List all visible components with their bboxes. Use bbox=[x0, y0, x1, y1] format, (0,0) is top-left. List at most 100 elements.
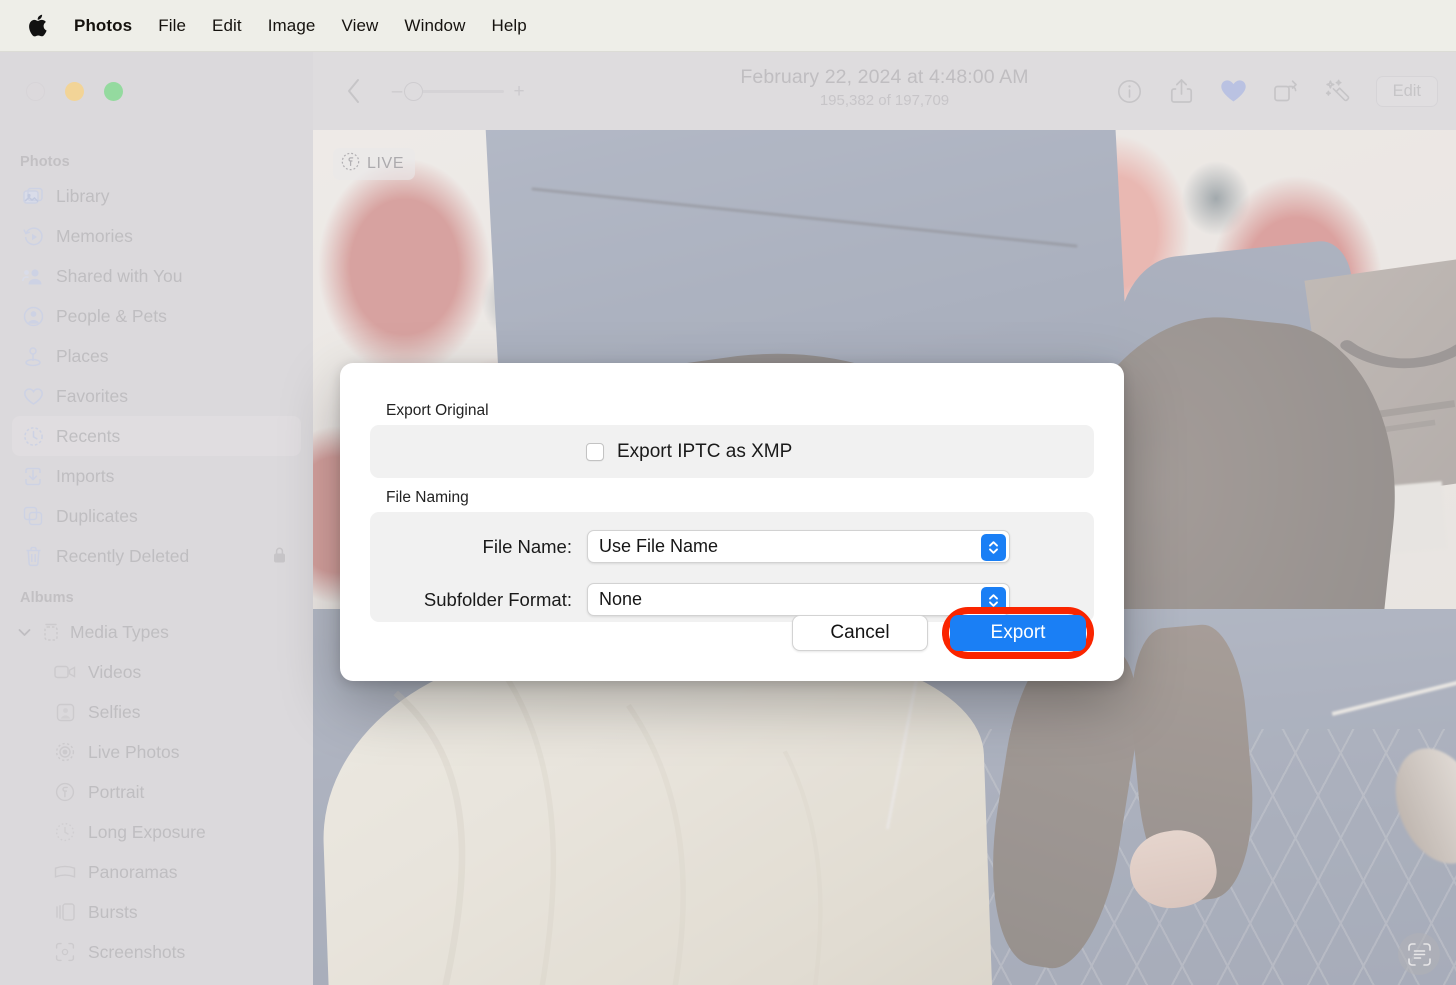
menu-item-file[interactable]: File bbox=[145, 13, 199, 39]
sidebar-item-favorites[interactable]: Favorites bbox=[12, 376, 301, 416]
zoom-slider[interactable]: – + bbox=[391, 82, 525, 101]
apple-logo-icon[interactable] bbox=[22, 11, 52, 41]
enhance-wand-icon[interactable] bbox=[1324, 77, 1352, 105]
toolbar-right: Edit bbox=[1116, 52, 1438, 130]
sidebar-item-label: Library bbox=[56, 186, 110, 207]
sidebar-item-label: Screenshots bbox=[88, 942, 185, 963]
minimize-button[interactable] bbox=[65, 82, 84, 101]
file-name-row: File Name: Use File Name bbox=[370, 526, 1094, 567]
window-controls bbox=[26, 82, 123, 101]
dialog-footer: Cancel Export bbox=[792, 607, 1094, 659]
sidebar-item-long-exposure[interactable]: Long Exposure bbox=[12, 812, 301, 852]
trash-icon bbox=[22, 545, 44, 567]
live-photo-icon bbox=[341, 152, 360, 176]
menu-item-edit[interactable]: Edit bbox=[199, 13, 255, 39]
lock-icon bbox=[272, 546, 287, 569]
sidebar-item-recents[interactable]: Recents bbox=[12, 416, 301, 456]
export-button-highlight: Export bbox=[942, 607, 1094, 659]
sidebar-item-duplicates[interactable]: Duplicates bbox=[12, 496, 301, 536]
sidebar-item-portrait[interactable]: Portrait bbox=[12, 772, 301, 812]
sidebar-item-recently-deleted[interactable]: Recently Deleted bbox=[12, 536, 301, 576]
sidebar-item-label: Shared with You bbox=[56, 266, 183, 287]
sidebar-section-photos: Photos bbox=[0, 154, 313, 176]
sidebar-item-label: Places bbox=[56, 346, 109, 367]
live-photo-badge[interactable]: LIVE bbox=[333, 148, 415, 180]
edit-button[interactable]: Edit bbox=[1376, 76, 1438, 107]
export-original-label: Export Original bbox=[386, 402, 1094, 420]
menu-item-view[interactable]: View bbox=[328, 13, 391, 39]
sidebar-item-label: Portrait bbox=[88, 782, 144, 803]
sidebar-item-selfies[interactable]: Selfies bbox=[12, 692, 301, 732]
maximize-button[interactable] bbox=[104, 82, 123, 101]
file-name-label: File Name: bbox=[370, 536, 587, 558]
export-original-group: Export IPTC as XMP bbox=[370, 425, 1094, 478]
export-iptc-checkbox[interactable] bbox=[586, 443, 604, 461]
sidebar-item-memories[interactable]: Memories bbox=[12, 216, 301, 256]
zoom-in-label[interactable]: + bbox=[513, 82, 525, 101]
rotate-icon[interactable] bbox=[1272, 77, 1300, 105]
bursts-icon bbox=[54, 901, 76, 923]
live-text-scan-icon[interactable] bbox=[1398, 933, 1440, 975]
sidebar-item-bursts[interactable]: Bursts bbox=[12, 892, 301, 932]
file-name-select[interactable]: Use File Name bbox=[587, 530, 1010, 563]
sidebar-item-people-and-pets[interactable]: People & Pets bbox=[12, 296, 301, 336]
stepper-chevrons-icon[interactable] bbox=[981, 534, 1006, 561]
file-naming-label: File Naming bbox=[386, 489, 1094, 507]
zoom-out-label[interactable]: – bbox=[391, 82, 403, 101]
screen: Photos File Edit Image View Window Help … bbox=[0, 0, 1456, 985]
sidebar-item-places[interactable]: Places bbox=[12, 336, 301, 376]
heart-outline-icon bbox=[22, 385, 44, 407]
sidebar-item-label: Bursts bbox=[88, 902, 138, 923]
chevron-down-icon[interactable] bbox=[16, 628, 32, 637]
map-pin-icon bbox=[22, 345, 44, 367]
sidebar-list-photos: Library Memories bbox=[0, 176, 313, 576]
sidebar-item-panoramas[interactable]: Panoramas bbox=[12, 852, 301, 892]
sidebar-item-label: Media Types bbox=[70, 622, 169, 643]
cancel-button[interactable]: Cancel bbox=[792, 615, 928, 651]
video-camera-icon bbox=[54, 661, 76, 683]
subfolder-format-value: None bbox=[599, 589, 642, 610]
media-types-icon bbox=[40, 621, 62, 643]
clock-icon bbox=[22, 425, 44, 447]
back-button[interactable] bbox=[337, 74, 371, 108]
file-name-value: Use File Name bbox=[599, 536, 718, 557]
menu-item-image[interactable]: Image bbox=[255, 13, 329, 39]
photo-count: 195,382 of 197,709 bbox=[820, 92, 949, 109]
sidebar-item-imports[interactable]: Imports bbox=[12, 456, 301, 496]
sidebar-item-shared-with-you[interactable]: Shared with You bbox=[12, 256, 301, 296]
person-circle-icon bbox=[22, 305, 44, 327]
photo-date: February 22, 2024 at 4:48:00 AM bbox=[740, 66, 1028, 89]
screenshot-icon bbox=[54, 941, 76, 963]
photo-stack-icon bbox=[22, 185, 44, 207]
sidebar-item-label: Memories bbox=[56, 226, 133, 247]
toolbar-left: – + bbox=[313, 74, 525, 108]
close-button[interactable] bbox=[26, 82, 45, 101]
menu-item-help[interactable]: Help bbox=[479, 13, 540, 39]
menu-item-window[interactable]: Window bbox=[391, 13, 478, 39]
export-iptc-row[interactable]: Export IPTC as XMP bbox=[586, 441, 792, 463]
info-icon[interactable] bbox=[1116, 77, 1144, 105]
sidebar-item-label: Recents bbox=[56, 426, 120, 447]
sidebar-item-label: Duplicates bbox=[56, 506, 138, 527]
long-exposure-icon bbox=[54, 821, 76, 843]
toolbar: – + February 22, 2024 at 4:48:00 AM 195,… bbox=[313, 52, 1456, 130]
menu-item-photos[interactable]: Photos bbox=[52, 13, 145, 39]
file-naming-group: File Name: Use File Name Subfolder Forma… bbox=[370, 512, 1094, 622]
sidebar-item-label: Long Exposure bbox=[88, 822, 206, 843]
live-photo-label: LIVE bbox=[367, 155, 404, 173]
sidebar-item-label: Videos bbox=[88, 662, 141, 683]
favorite-heart-icon[interactable] bbox=[1220, 77, 1248, 105]
share-icon[interactable] bbox=[1168, 77, 1196, 105]
sidebar-item-videos[interactable]: Videos bbox=[12, 652, 301, 692]
shared-people-icon bbox=[22, 265, 44, 287]
zoom-track[interactable] bbox=[412, 90, 504, 93]
sidebar-item-library[interactable]: Library bbox=[12, 176, 301, 216]
sidebar-item-label: Selfies bbox=[88, 702, 141, 723]
export-button[interactable]: Export bbox=[950, 615, 1086, 651]
sidebar-item-live-photos[interactable]: Live Photos bbox=[12, 732, 301, 772]
sidebar-item-label: People & Pets bbox=[56, 306, 167, 327]
sidebar-item-media-types[interactable]: Media Types bbox=[12, 612, 301, 652]
zoom-knob[interactable] bbox=[404, 82, 423, 101]
import-arrow-icon bbox=[22, 465, 44, 487]
sidebar-item-screenshots[interactable]: Screenshots bbox=[12, 932, 301, 972]
